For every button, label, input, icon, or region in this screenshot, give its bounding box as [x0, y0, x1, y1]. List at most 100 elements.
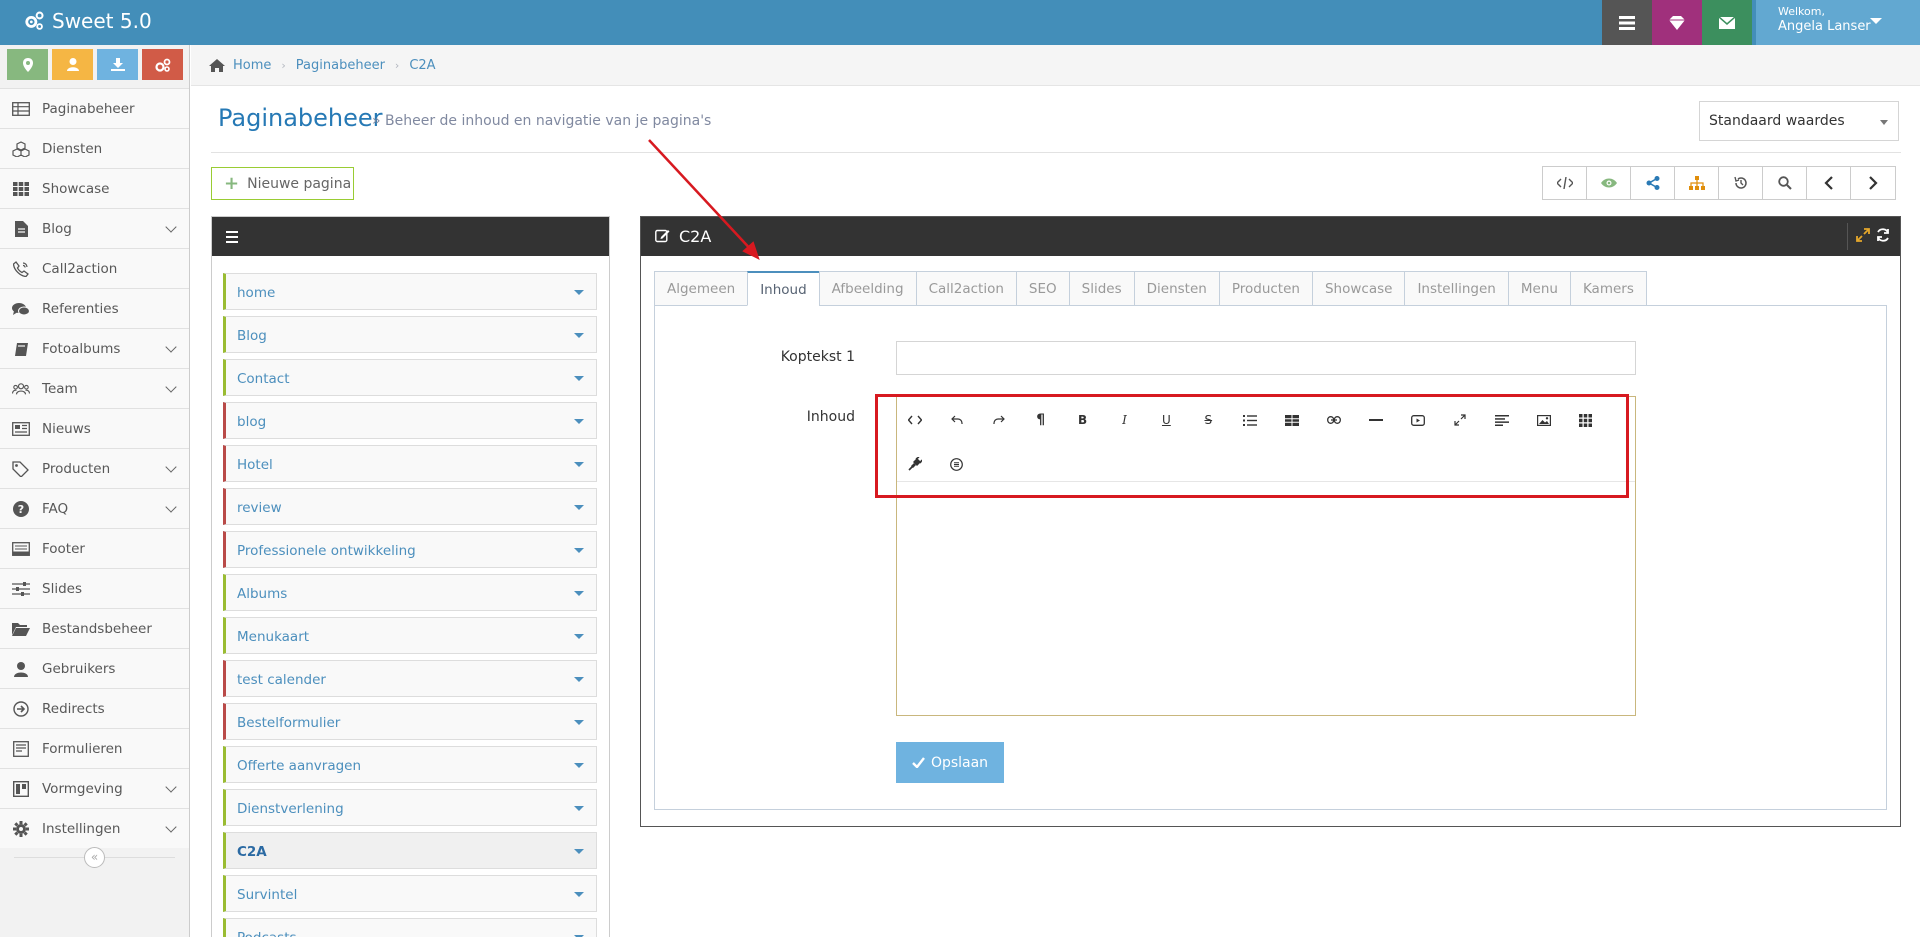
- page-list-item[interactable]: Offerte aanvragen: [223, 746, 597, 783]
- horizontal-rule-icon[interactable]: [1359, 403, 1393, 437]
- link-icon[interactable]: [1317, 403, 1351, 437]
- page-list-item[interactable]: blog: [223, 402, 597, 439]
- caret-down-icon[interactable]: [574, 462, 584, 467]
- page-list-item[interactable]: Bestelformulier: [223, 703, 597, 740]
- undo-icon[interactable]: [940, 403, 974, 437]
- more-grid-icon[interactable]: [1568, 403, 1602, 437]
- tab-seo[interactable]: SEO: [1015, 271, 1069, 306]
- sidebar-item-faq[interactable]: ? FAQ: [0, 488, 189, 528]
- tab-menu[interactable]: Menu: [1507, 271, 1570, 306]
- shortcut-location[interactable]: [7, 49, 48, 80]
- caret-down-icon[interactable]: [574, 591, 584, 596]
- caret-down-icon[interactable]: [574, 634, 584, 639]
- share-button[interactable]: [1631, 167, 1675, 199]
- sidebar-item-referenties[interactable]: Referenties: [0, 288, 189, 328]
- refresh-icon[interactable]: [1876, 228, 1890, 242]
- tab-producten[interactable]: Producten: [1218, 271, 1312, 306]
- list-icon[interactable]: [1233, 403, 1267, 437]
- sidebar-item-team[interactable]: Team: [0, 368, 189, 408]
- caret-down-icon[interactable]: [574, 548, 584, 553]
- sidebar-item-nieuws[interactable]: Nieuws: [0, 408, 189, 448]
- sidebar-item-slides[interactable]: Slides: [0, 568, 189, 608]
- page-list-item[interactable]: Hotel: [223, 445, 597, 482]
- tab-inhoud[interactable]: Inhoud: [747, 271, 819, 306]
- sidebar-item-blog[interactable]: Blog: [0, 208, 189, 248]
- previous-button[interactable]: [1807, 167, 1851, 199]
- page-list-item[interactable]: review: [223, 488, 597, 525]
- tasks-button[interactable]: [1602, 0, 1652, 45]
- align-icon[interactable]: [1485, 403, 1519, 437]
- caret-down-icon[interactable]: [574, 806, 584, 811]
- shortcut-cogs[interactable]: [142, 49, 183, 80]
- caret-down-icon[interactable]: [574, 505, 584, 510]
- tab-call2action[interactable]: Call2action: [915, 271, 1016, 306]
- code-button[interactable]: [1543, 167, 1587, 199]
- sidebar-item-bestandsbeheer[interactable]: Bestandsbeheer: [0, 608, 189, 648]
- search-button[interactable]: [1763, 167, 1807, 199]
- shortcut-user[interactable]: [52, 49, 93, 80]
- caret-down-icon[interactable]: [574, 333, 584, 338]
- caret-down-icon[interactable]: [574, 892, 584, 897]
- sidebar-item-vormgeving[interactable]: Vormgeving: [0, 768, 189, 808]
- page-list-item[interactable]: Survintel: [223, 875, 597, 912]
- shortcut-download[interactable]: [97, 49, 138, 80]
- sidebar-item-showcase[interactable]: Showcase: [0, 168, 189, 208]
- caret-down-icon[interactable]: [574, 677, 584, 682]
- tab-algemeen[interactable]: Algemeen: [654, 271, 748, 306]
- page-list-item[interactable]: test calender: [223, 660, 597, 697]
- expand-icon[interactable]: [1856, 228, 1870, 242]
- brand[interactable]: Sweet 5.0: [24, 9, 152, 33]
- page-list-item[interactable]: Blog: [223, 316, 597, 353]
- caret-down-icon[interactable]: [574, 720, 584, 725]
- messages-button[interactable]: [1702, 0, 1752, 45]
- sidebar-item-call2action[interactable]: Call2action: [0, 248, 189, 288]
- tab-showcase[interactable]: Showcase: [1311, 271, 1405, 306]
- tab-afbeelding[interactable]: Afbeelding: [818, 271, 916, 306]
- sidebar-item-fotoalbums[interactable]: Fotoalbums: [0, 328, 189, 368]
- koptekst-input[interactable]: [896, 341, 1636, 375]
- redo-icon[interactable]: [982, 403, 1016, 437]
- page-list-item[interactable]: home: [223, 273, 597, 310]
- fullscreen-icon[interactable]: [1443, 403, 1477, 437]
- page-list-item[interactable]: Menukaart: [223, 617, 597, 654]
- caret-down-icon[interactable]: [574, 419, 584, 424]
- bold-icon[interactable]: B: [1066, 403, 1100, 437]
- strikethrough-icon[interactable]: S: [1191, 403, 1225, 437]
- editor-content-area[interactable]: [897, 483, 1635, 715]
- code-view-icon[interactable]: [898, 403, 932, 437]
- page-list-item[interactable]: Podcasts: [223, 918, 597, 937]
- page-list-item[interactable]: Contact: [223, 359, 597, 396]
- sidebar-item-paginabeheer[interactable]: Paginabeheer: [0, 88, 189, 128]
- sidebar-item-gebruikers[interactable]: Gebruikers: [0, 648, 189, 688]
- sidebar-item-diensten[interactable]: Diensten: [0, 128, 189, 168]
- page-list-item[interactable]: Dienstverlening: [223, 789, 597, 826]
- sidebar-item-instellingen[interactable]: Instellingen: [0, 808, 189, 848]
- special-char-icon[interactable]: [940, 447, 974, 481]
- sidebar-item-formulieren[interactable]: Formulieren: [0, 728, 189, 768]
- sidebar-item-redirects[interactable]: Redirects: [0, 688, 189, 728]
- caret-down-icon[interactable]: [574, 763, 584, 768]
- next-button[interactable]: [1851, 167, 1895, 199]
- collapse-sidebar-icon[interactable]: «: [84, 847, 105, 868]
- breadcrumb-paginabeheer[interactable]: Paginabeheer: [296, 58, 385, 73]
- italic-icon[interactable]: I: [1108, 403, 1142, 437]
- page-list-item[interactable]: Albums: [223, 574, 597, 611]
- sidebar-item-footer[interactable]: Footer: [0, 528, 189, 568]
- tab-slides[interactable]: Slides: [1068, 271, 1134, 306]
- tab-diensten[interactable]: Diensten: [1133, 271, 1219, 306]
- table-icon[interactable]: [1275, 403, 1309, 437]
- page-list-item[interactable]: C2A: [223, 832, 597, 869]
- caret-down-icon[interactable]: [574, 290, 584, 295]
- tab-instellingen[interactable]: Instellingen: [1404, 271, 1508, 306]
- image-icon[interactable]: [1527, 403, 1561, 437]
- diamond-button[interactable]: [1652, 0, 1702, 45]
- caret-down-icon[interactable]: [574, 376, 584, 381]
- sidebar-item-producten[interactable]: Producten: [0, 448, 189, 488]
- plugin-icon[interactable]: [898, 447, 932, 481]
- save-button[interactable]: Opslaan: [896, 742, 1004, 783]
- history-button[interactable]: [1719, 167, 1763, 199]
- defaults-select[interactable]: Standaard waardes: [1699, 101, 1899, 141]
- sitemap-button[interactable]: [1675, 167, 1719, 199]
- new-page-button[interactable]: + Nieuwe pagina: [211, 167, 354, 200]
- preview-button[interactable]: [1587, 167, 1631, 199]
